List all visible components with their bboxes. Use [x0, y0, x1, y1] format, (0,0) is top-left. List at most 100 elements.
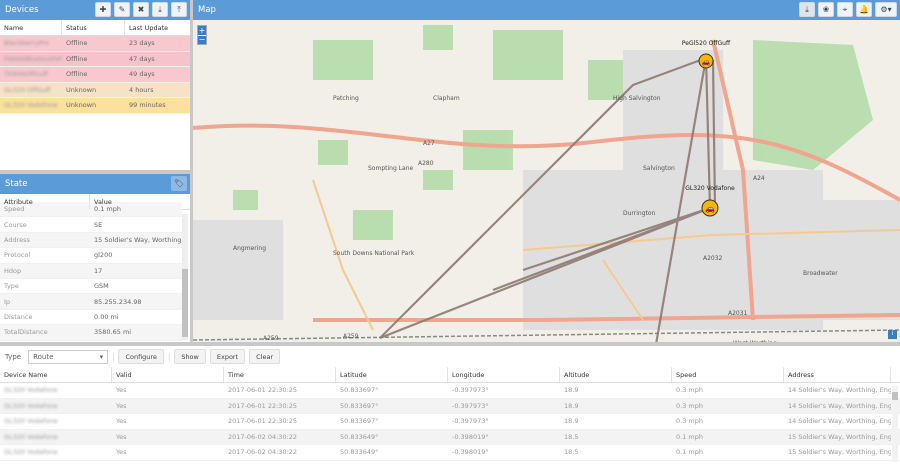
column-time[interactable]: Time [224, 367, 336, 382]
zoom-out-button[interactable]: − [198, 35, 206, 44]
map-place-label: A259 [263, 335, 279, 342]
attribute-value: 3580.65 mi [94, 328, 132, 337]
report-cell: 18.9 [564, 417, 579, 426]
locate-button[interactable]: ⌖ [837, 2, 853, 17]
column-last-update[interactable]: Last Update [125, 20, 190, 35]
add-device-button[interactable]: ✚ [95, 2, 111, 17]
separator: | [167, 352, 171, 361]
column-name[interactable]: Name [0, 20, 62, 35]
report-cell: 2017-06-01 22:30:25 [228, 417, 298, 426]
column-latitude[interactable]: Latitude [336, 367, 448, 382]
show-button[interactable]: Show [174, 349, 206, 364]
bell-icon: 🔔 [859, 5, 869, 14]
report-row[interactable]: GL320 Vodafone Yes 2017-06-01 22:30:25 50.8… [0, 398, 900, 414]
column-valid[interactable]: Valid [112, 367, 224, 382]
report-table-header: Device Name Valid Time Latitude Longitude Alt… [0, 367, 900, 383]
report-cell: 15 Soldier's Way, Worthing, England,... [788, 448, 891, 457]
report-row[interactable]: GL320 Vodafone Yes 2017-06-02 04:30:22 50.8… [0, 445, 900, 461]
edit-device-button[interactable]: ✎ [114, 2, 130, 17]
map-canvas[interactable]: Patching Clapham High Salvington Salvington… [193, 20, 900, 342]
map-title: Map [198, 5, 216, 15]
paw-button[interactable]: ❀ [818, 2, 834, 17]
device-marker[interactable]: 🚗 [698, 53, 714, 69]
device-last-update: 23 days [129, 39, 155, 48]
device-last-update: 4 hours [129, 85, 154, 94]
report-cell: Yes [116, 401, 127, 410]
clear-button[interactable]: Clear [249, 349, 281, 364]
state-row: Ip 85.255.234.98 [0, 294, 182, 310]
report-cell: 18.5 [564, 432, 579, 441]
column-altitude[interactable]: Altitude [560, 367, 672, 382]
state-panel: State 🏷 Attribute Value Speed 0.1 mph Cour… [0, 174, 190, 342]
device-row[interactable]: GL320 Vodafone Unknown 99 minutes [0, 98, 190, 114]
report-row[interactable]: GL320 Vodafone Yes 2017-06-02 04:30:22 50.8… [0, 429, 900, 445]
report-cell: -0.398019° [452, 432, 489, 441]
device-last-update: 49 days [129, 70, 155, 79]
paw-icon: ❀ [822, 5, 830, 14]
device-status: Offline [66, 54, 88, 63]
device-row[interactable]: BlackberryPro Offline 23 days [0, 36, 190, 52]
state-title: State [5, 179, 28, 189]
report-toolbar: Type Route ▾ | Configure | Show Export Cl… [0, 346, 900, 367]
device-row[interactable]: TK906OffGuff Offline 49 days [0, 67, 190, 83]
settings-button[interactable]: ⚙▾ [875, 2, 897, 17]
report-scrollbar[interactable] [892, 386, 898, 462]
attribute-name: Ip [4, 297, 11, 306]
type-select[interactable]: Route ▾ [28, 349, 109, 364]
upload-button[interactable]: ⤒ [171, 2, 187, 17]
remove-device-button[interactable]: ✖ [133, 2, 149, 17]
attribution-button[interactable]: i [888, 330, 897, 339]
attribute-value: 0.1 mph [94, 205, 121, 214]
device-status: Unknown [66, 101, 97, 110]
report-cell: 50.833649° [340, 432, 379, 441]
device-marker[interactable]: 🚗 [701, 199, 719, 217]
column-longitude[interactable]: Longitude [448, 367, 560, 382]
state-row: TotalDistance 3580.65 mi [0, 325, 182, 341]
add-icon: ✚ [99, 5, 107, 14]
map-place-label: Patching [333, 95, 359, 102]
map-place-label: Durrington [623, 210, 656, 217]
configure-button[interactable]: Configure [118, 349, 164, 364]
state-scrollbar[interactable] [182, 214, 188, 340]
chevron-down-icon: ▾ [99, 352, 104, 361]
zoom-in-button[interactable]: + [198, 26, 206, 35]
download-button[interactable]: ⤓ [152, 2, 168, 17]
device-name: GL320 OffGuff [4, 85, 51, 94]
attribute-value: 0.00 mi [94, 312, 119, 321]
export-button[interactable]: Export [209, 349, 246, 364]
column-address[interactable]: Address [784, 367, 891, 382]
map-place-label: A24 [753, 175, 765, 182]
report-row[interactable]: GL320 Vodafone Yes 2017-06-01 22:30:25 50.8… [0, 414, 900, 430]
report-row[interactable]: GL320 Vodafone Yes 2017-06-01 22:30:25 50.8… [0, 383, 900, 399]
device-status: Unknown [66, 85, 97, 94]
report-cell: -0.397973° [452, 386, 489, 395]
device-status: Offline [66, 70, 88, 79]
column-status[interactable]: Status [62, 20, 125, 35]
svg-text:🚗: 🚗 [705, 204, 715, 213]
upload-icon: ⤒ [177, 4, 181, 14]
attributes-button[interactable]: 🏷 [171, 176, 187, 191]
remove-icon: ✖ [137, 5, 145, 14]
notifications-button[interactable]: 🔔 [856, 2, 872, 17]
state-row: Speed 0.1 mph [0, 202, 182, 218]
type-label: Type [5, 352, 22, 361]
state-row: Address 15 Soldier's Way, Worthing, ... [0, 232, 182, 249]
map-place-label: A259 [343, 333, 359, 340]
follow-button[interactable]: ⤓ [799, 2, 815, 17]
report-cell: -0.398019° [452, 448, 489, 457]
device-row[interactable]: PebbleBluetoothPr... Offline 47 days [0, 51, 190, 67]
attribute-name: Type [4, 282, 19, 291]
map-place-label: Salvington [643, 165, 675, 172]
attribute-name: Hdop [4, 266, 22, 275]
marker-label: GL320 Vodafone [685, 185, 735, 192]
edit-icon: ✎ [118, 5, 126, 14]
device-row[interactable]: GL320 OffGuff Unknown 4 hours [0, 82, 190, 98]
marker-label: PeGl520 OffGuff [682, 40, 731, 47]
map-header: Map ⤓ ❀ ⌖ 🔔 ⚙▾ [193, 0, 900, 20]
column-device-name[interactable]: Device Name [0, 367, 112, 382]
report-cell: 14 Soldier's Way, Worthing, England,... [788, 386, 891, 395]
attribute-value: 85.255.234.98 [94, 297, 142, 306]
download-icon: ⤓ [158, 4, 162, 14]
column-speed[interactable]: Speed [672, 367, 784, 382]
zoom-control: + − [197, 25, 207, 45]
